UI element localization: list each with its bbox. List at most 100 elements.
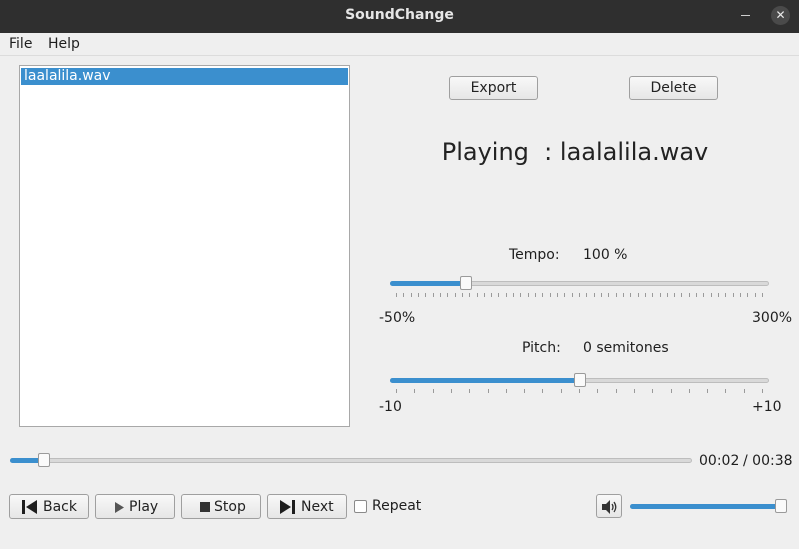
tick-mark <box>488 389 489 393</box>
mute-button[interactable] <box>596 494 622 518</box>
tick-mark <box>652 389 653 393</box>
tick-mark <box>564 293 565 297</box>
stop-button[interactable]: Stop <box>181 494 261 519</box>
repeat-checkbox[interactable] <box>354 500 367 513</box>
tick-mark <box>542 389 543 393</box>
tick-mark <box>396 293 397 297</box>
position-slider[interactable] <box>10 458 692 463</box>
tick-mark <box>469 389 470 393</box>
tick-mark <box>630 293 631 297</box>
tick-mark <box>725 293 726 297</box>
stop-icon <box>200 502 210 512</box>
pitch-min-label: -10 <box>379 399 402 415</box>
now-playing-prefix: Playing : <box>441 138 553 166</box>
export-button[interactable]: Export <box>449 76 538 100</box>
tick-mark <box>535 293 536 297</box>
tick-mark <box>550 293 551 297</box>
tick-mark <box>557 293 558 297</box>
tick-mark <box>689 293 690 297</box>
tempo-slider-fill <box>390 281 466 286</box>
close-icon[interactable]: ✕ <box>771 6 790 25</box>
tick-mark <box>484 293 485 297</box>
tick-mark <box>703 293 704 297</box>
tempo-ticks <box>396 293 763 298</box>
list-item[interactable]: laalalila.wav <box>21 68 348 85</box>
skip-back-icon <box>22 500 37 514</box>
tick-mark <box>671 389 672 393</box>
pitch-max-label: +10 <box>752 399 782 415</box>
tick-mark <box>528 293 529 297</box>
tempo-slider-handle[interactable] <box>460 276 472 290</box>
tick-mark <box>513 293 514 297</box>
tick-mark <box>579 389 580 393</box>
tick-mark <box>623 293 624 297</box>
tick-mark <box>733 293 734 297</box>
tick-mark <box>616 293 617 297</box>
tick-mark <box>491 293 492 297</box>
tick-mark <box>601 293 602 297</box>
file-list[interactable]: laalalila.wav <box>19 65 350 427</box>
menu-bar: File Help <box>0 33 799 56</box>
speaker-icon <box>602 500 617 514</box>
next-button[interactable]: Next <box>267 494 347 519</box>
tick-mark <box>469 293 470 297</box>
tick-mark <box>418 293 419 297</box>
tick-mark <box>579 293 580 297</box>
tick-mark <box>597 389 598 393</box>
minimize-icon[interactable] <box>741 15 750 16</box>
back-button[interactable]: Back <box>9 494 89 519</box>
tick-mark <box>652 293 653 297</box>
tick-mark <box>747 293 748 297</box>
tick-mark <box>433 293 434 297</box>
tick-mark <box>396 389 397 393</box>
tick-mark <box>572 293 573 297</box>
tick-mark <box>594 293 595 297</box>
tick-mark <box>455 293 456 297</box>
menu-file[interactable]: File <box>9 36 32 52</box>
tick-mark <box>447 293 448 297</box>
back-label: Back <box>43 499 77 515</box>
tick-mark <box>477 293 478 297</box>
pitch-value: 0 semitones <box>583 340 669 356</box>
tick-mark <box>740 293 741 297</box>
tick-mark <box>634 389 635 393</box>
skip-forward-icon <box>280 500 295 514</box>
play-icon <box>115 502 124 513</box>
tick-mark <box>542 293 543 297</box>
tick-mark <box>586 293 587 297</box>
tick-mark <box>524 389 525 393</box>
tick-mark <box>561 389 562 393</box>
tick-mark <box>451 389 452 393</box>
tick-mark <box>638 293 639 297</box>
tick-mark <box>506 389 507 393</box>
menu-help[interactable]: Help <box>48 36 80 52</box>
tick-mark <box>674 293 675 297</box>
play-button[interactable]: Play <box>95 494 175 519</box>
tick-mark <box>433 389 434 393</box>
tick-mark <box>506 293 507 297</box>
pitch-label: Pitch: <box>522 340 561 356</box>
tick-mark <box>689 389 690 393</box>
pitch-slider-handle[interactable] <box>574 373 586 387</box>
delete-button[interactable]: Delete <box>629 76 718 100</box>
volume-slider-fill <box>630 504 787 509</box>
pitch-ticks <box>396 389 763 394</box>
tick-mark <box>520 293 521 297</box>
tick-mark <box>616 389 617 393</box>
tick-mark <box>681 293 682 297</box>
tick-mark <box>660 293 661 297</box>
tick-mark <box>755 293 756 297</box>
tempo-value: 100 % <box>583 247 628 263</box>
repeat-label[interactable]: Repeat <box>372 498 421 514</box>
now-playing: Playing : laalalila.wav <box>360 138 790 166</box>
tick-mark <box>403 293 404 297</box>
tick-mark <box>762 389 763 393</box>
position-slider-handle[interactable] <box>38 453 50 467</box>
tick-mark <box>744 389 745 393</box>
tempo-label: Tempo: <box>509 247 560 263</box>
volume-slider-handle[interactable] <box>775 499 787 513</box>
total-time: / 00:38 <box>743 453 793 469</box>
tick-mark <box>667 293 668 297</box>
tick-mark <box>762 293 763 297</box>
elapsed-time: 00:02 <box>699 453 740 469</box>
